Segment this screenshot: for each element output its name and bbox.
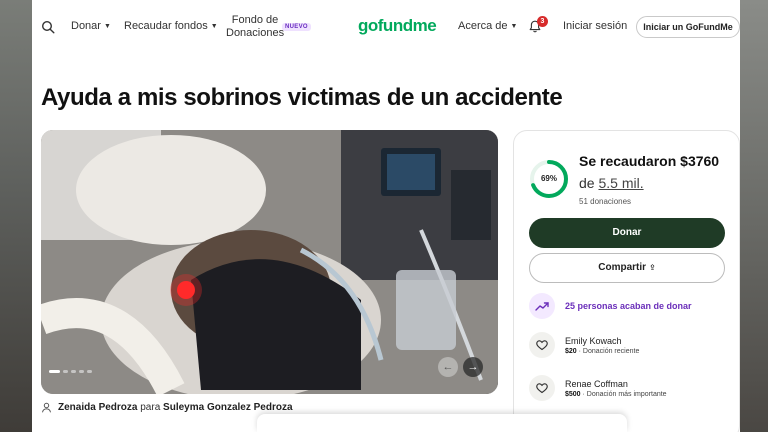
share-label: Compartir	[598, 262, 647, 273]
donation-count: 51 donaciones	[579, 197, 632, 206]
background-right	[740, 0, 768, 432]
background-left	[0, 0, 32, 432]
gofundme-logo[interactable]: gofundme	[358, 16, 437, 36]
organizer-for: para	[140, 402, 161, 413]
nav-about-label: Acerca de	[458, 20, 508, 32]
login-link[interactable]: Iniciar sesión	[563, 20, 627, 32]
organizer-line: Zenaida Pedroza para Suleyma Gonzalez Pe…	[41, 402, 293, 413]
chevron-down-icon: ▼	[510, 22, 518, 30]
heart-hand-icon	[536, 383, 548, 394]
carousel-dot[interactable]	[63, 370, 68, 373]
person-icon	[42, 402, 51, 413]
new-badge: NUEVO	[282, 23, 311, 31]
nav-donate-menu[interactable]: Donar ▼	[71, 20, 111, 32]
donor-icon-wrap	[529, 375, 555, 401]
donor-type: · Donación más importante	[582, 390, 667, 398]
arrow-right-icon: →	[467, 361, 479, 373]
share-button[interactable]: Compartir ⇪	[529, 253, 725, 283]
trend-icon-wrap	[529, 293, 555, 319]
trending-up-icon	[535, 302, 549, 311]
donor-type: · Donación reciente	[578, 347, 640, 355]
trend-text: 25 personas acaban de donar	[565, 301, 692, 311]
carousel-dot[interactable]	[71, 370, 76, 373]
donor-name: Emily Kowach	[565, 335, 622, 346]
search-icon[interactable]	[41, 20, 55, 34]
donor-amount: $20	[565, 347, 577, 355]
beneficiary-name[interactable]: Suleyma Gonzalez Pedroza	[163, 402, 293, 413]
bottom-popup-edge	[257, 414, 627, 432]
donor-amount: $500	[565, 390, 581, 398]
fundraiser-page: Donar ▼ Recaudar fondos ▼ Fondo de Donac…	[32, 0, 740, 432]
top-navigation: Donar ▼ Recaudar fondos ▼ Fondo de Donac…	[32, 0, 740, 54]
chevron-down-icon: ▼	[210, 22, 218, 30]
notification-count-badge: 3	[537, 16, 548, 27]
nav-donor-fund-link[interactable]: Fondo de Donaciones	[226, 14, 284, 40]
page-title: Ayuda a mis sobrinos victimas de un acci…	[41, 84, 563, 111]
goal-prefix: de	[579, 175, 595, 191]
donor-icon-wrap	[529, 332, 555, 358]
campaign-photo-illustration	[41, 130, 498, 394]
photo-carousel-indicator	[49, 370, 92, 373]
carousel-next-button[interactable]: →	[463, 357, 483, 377]
goal-line: de 5.5 mil.	[579, 175, 644, 191]
goal-amount[interactable]: 5.5 mil.	[598, 175, 643, 191]
start-gofundme-button[interactable]: Iniciar un GoFundMe	[636, 16, 740, 38]
carousel-dot[interactable]	[87, 370, 92, 373]
nav-donor-fund-line2: Donaciones	[226, 27, 285, 39]
carousel-previous-button[interactable]: ←	[438, 357, 458, 377]
carousel-dot[interactable]	[49, 370, 60, 373]
campaign-photo[interactable]	[41, 130, 498, 394]
share-icon: ⇪	[649, 263, 656, 272]
nav-fundraise-menu[interactable]: Recaudar fondos ▼	[124, 20, 218, 32]
nav-fundraise-label: Recaudar fondos	[124, 20, 208, 32]
chevron-down-icon: ▼	[103, 22, 111, 30]
donor-list-item: Renae Coffman $500 · Donación más import…	[529, 375, 667, 401]
donor-list-item: Emily Kowach $20 · Donación reciente	[529, 332, 639, 358]
arrow-left-icon: ←	[442, 361, 454, 373]
donation-card: 69% Se recaudaron $3760 de 5.5 mil. 51 d…	[513, 130, 740, 432]
recent-donors-trend: 25 personas acaban de donar	[529, 293, 692, 319]
organizer-name[interactable]: Zenaida Pedroza	[58, 402, 137, 413]
amount-raised: Se recaudaron $3760	[579, 153, 720, 169]
donor-detail: $500 · Donación más importante	[565, 391, 667, 398]
donor-name: Renae Coffman	[565, 378, 628, 389]
nav-about-menu[interactable]: Acerca de ▼	[458, 20, 517, 32]
heart-hand-icon	[536, 340, 548, 351]
carousel-dot[interactable]	[79, 370, 84, 373]
nav-donor-fund-line1: Fondo de	[231, 14, 279, 26]
progress-percent: 69%	[540, 174, 557, 183]
nav-donate-label: Donar	[71, 20, 101, 32]
donate-button[interactable]: Donar	[529, 218, 725, 248]
donor-detail: $20 · Donación reciente	[565, 348, 639, 355]
